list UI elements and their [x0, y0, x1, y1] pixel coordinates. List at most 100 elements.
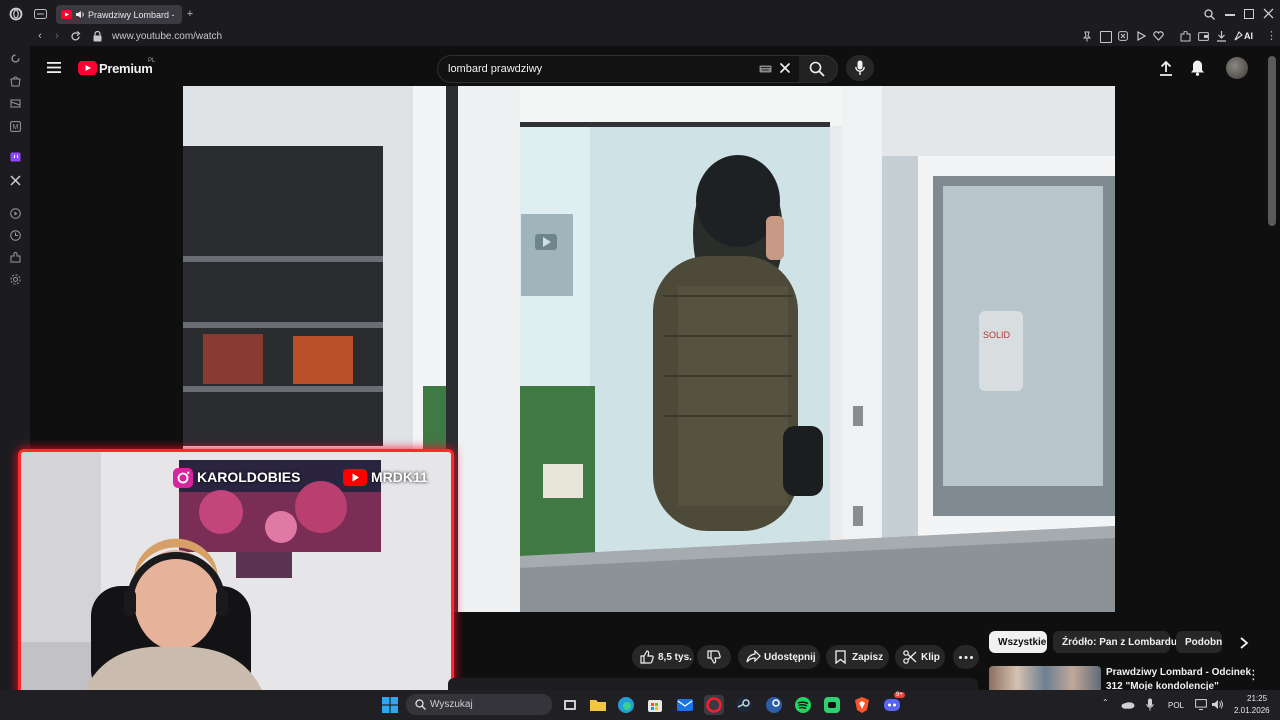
recommended-thumbnail[interactable] [989, 666, 1101, 690]
voice-search-button[interactable] [846, 55, 874, 81]
clip-label: Klip [921, 652, 940, 663]
webcam-overlay: KAROLDOBIES MRDK11 [18, 449, 454, 703]
new-tab-icon[interactable]: + [184, 7, 196, 21]
recommended-video[interactable]: Prawdziwy Lombard - Odcinek 312 "Moje ko… [989, 664, 1265, 690]
file-explorer-icon[interactable] [588, 695, 608, 715]
avatar[interactable] [1226, 57, 1248, 79]
windows-start-icon[interactable] [382, 697, 398, 713]
volume-icon[interactable] [1211, 699, 1224, 710]
extensions-sidebar-icon[interactable] [10, 252, 21, 263]
dislike-button[interactable] [697, 645, 731, 669]
clock-time[interactable]: 21:25 [1247, 694, 1267, 703]
speaker-icon [76, 11, 84, 18]
shopping-icon[interactable] [10, 76, 21, 87]
chip-source[interactable]: Źródło: Pan z Lombardu [1053, 631, 1177, 653]
search-button[interactable] [799, 55, 838, 83]
spotify-icon[interactable] [793, 695, 813, 715]
search-bar[interactable]: lombard prawdziwy [437, 55, 801, 83]
instagram-handle: KAROLDOBIES [197, 469, 301, 485]
history-spiral-icon[interactable] [10, 53, 21, 64]
task-view-icon[interactable] [560, 695, 580, 715]
search-input[interactable]: lombard prawdziwy [448, 63, 542, 75]
reload-icon[interactable] [70, 31, 81, 42]
messenger-icon[interactable]: M [10, 121, 21, 132]
scissors-icon [903, 650, 917, 664]
extensions-icon[interactable] [1180, 31, 1191, 42]
snapshot-icon[interactable] [1100, 31, 1112, 43]
recommended-title-line2: 312 "Moje kondolencje" [1106, 681, 1219, 690]
svg-text:M: M [13, 124, 19, 131]
clear-search-icon[interactable] [779, 62, 791, 74]
instagram-icon [173, 468, 193, 488]
maximize-icon[interactable] [1244, 9, 1254, 19]
adblock-icon[interactable] [1118, 31, 1128, 41]
taskbar-search[interactable]: Wyszukaj [406, 694, 552, 715]
back-icon[interactable]: ‹ [34, 29, 46, 43]
save-button[interactable]: Zapisz [826, 645, 889, 669]
chip-related[interactable]: Podobne [1176, 631, 1222, 653]
download-icon[interactable] [1216, 30, 1227, 42]
cards-icon[interactable] [10, 98, 21, 109]
language-indicator[interactable]: POL [1168, 701, 1184, 710]
steam-icon[interactable] [734, 695, 754, 715]
keyboard-icon[interactable] [759, 65, 772, 73]
close-window-icon[interactable] [1263, 8, 1274, 19]
chips-next-icon[interactable] [1238, 636, 1250, 650]
share-button[interactable]: Udostępnij [738, 645, 820, 669]
more-actions-button[interactable] [953, 645, 979, 669]
twitch-icon[interactable] [10, 152, 21, 163]
tab-title: Prawdziwy Lombard - [88, 10, 175, 20]
tab-island-icon[interactable] [34, 9, 47, 19]
mail-icon[interactable] [675, 695, 695, 715]
store-icon[interactable] [645, 695, 665, 715]
pin-icon[interactable] [1082, 31, 1092, 42]
recommended-menu-icon[interactable]: ⋮ [1247, 667, 1260, 683]
settings-gear-icon[interactable] [10, 274, 21, 285]
clock-history-icon[interactable] [10, 230, 21, 241]
forward-icon[interactable]: › [51, 29, 63, 43]
green-app-icon[interactable] [822, 695, 842, 715]
url-text[interactable]: www.youtube.com/watch [112, 31, 222, 42]
tray-chevron-icon[interactable]: ⌃ [1102, 698, 1109, 707]
notifications-bell-icon[interactable] [1190, 59, 1205, 76]
opera-taskbar-icon[interactable] [704, 695, 724, 715]
tab-active[interactable]: Prawdziwy Lombard - [56, 5, 182, 24]
steam-alt-icon[interactable] [764, 695, 784, 715]
chip-all[interactable]: Wszystkie [989, 631, 1047, 653]
aria-ai-icon[interactable]: AI [1234, 29, 1258, 43]
upload-icon[interactable] [1159, 60, 1173, 76]
play-player-icon[interactable] [1136, 31, 1146, 41]
youtube-logo[interactable]: Premium PL [78, 58, 158, 78]
youtube-channel-icon [343, 469, 367, 486]
chip-all-label: Wszystkie [998, 637, 1047, 648]
wallet-icon[interactable] [1198, 31, 1209, 41]
minimize-icon[interactable] [1225, 14, 1235, 16]
youtube-badge: MRDK11 [343, 466, 443, 492]
clip-button[interactable]: Klip [895, 645, 945, 669]
discord-icon[interactable]: 9+ [882, 692, 905, 715]
page-scrollbar[interactable] [1268, 56, 1276, 226]
display-icon[interactable] [1195, 699, 1207, 710]
hamburger-menu-icon[interactable] [47, 62, 61, 73]
logo-region: PL [148, 58, 156, 64]
opera-menu-icon[interactable] [9, 7, 23, 21]
description-box-edge [448, 678, 978, 690]
windows-taskbar [0, 690, 1280, 720]
brave-icon[interactable] [852, 695, 872, 715]
tray-mic-icon[interactable] [1146, 698, 1154, 711]
more-menu-icon[interactable]: ⋮ [1266, 29, 1277, 43]
heart-icon[interactable] [1153, 31, 1164, 41]
onedrive-icon[interactable] [1121, 700, 1135, 709]
chip-source-label: Źródło: Pan z Lombardu [1062, 637, 1177, 648]
clock-date[interactable]: 2.01.2026 [1234, 706, 1270, 715]
player-icon[interactable] [10, 208, 21, 219]
search-tabs-icon[interactable] [1204, 9, 1215, 20]
window-sign-text: SOLID [983, 330, 1011, 340]
chip-related-label: Podobne [1185, 637, 1222, 648]
taskbar-search-placeholder: Wyszukaj [430, 699, 473, 710]
share-label: Udostępnij [764, 652, 816, 663]
like-button[interactable]: 8,5 tys. [632, 645, 694, 669]
edge-icon[interactable] [616, 695, 636, 715]
recommended-title-line1: Prawdziwy Lombard - Odcinek [1106, 667, 1252, 678]
x-twitter-icon[interactable] [10, 175, 21, 186]
